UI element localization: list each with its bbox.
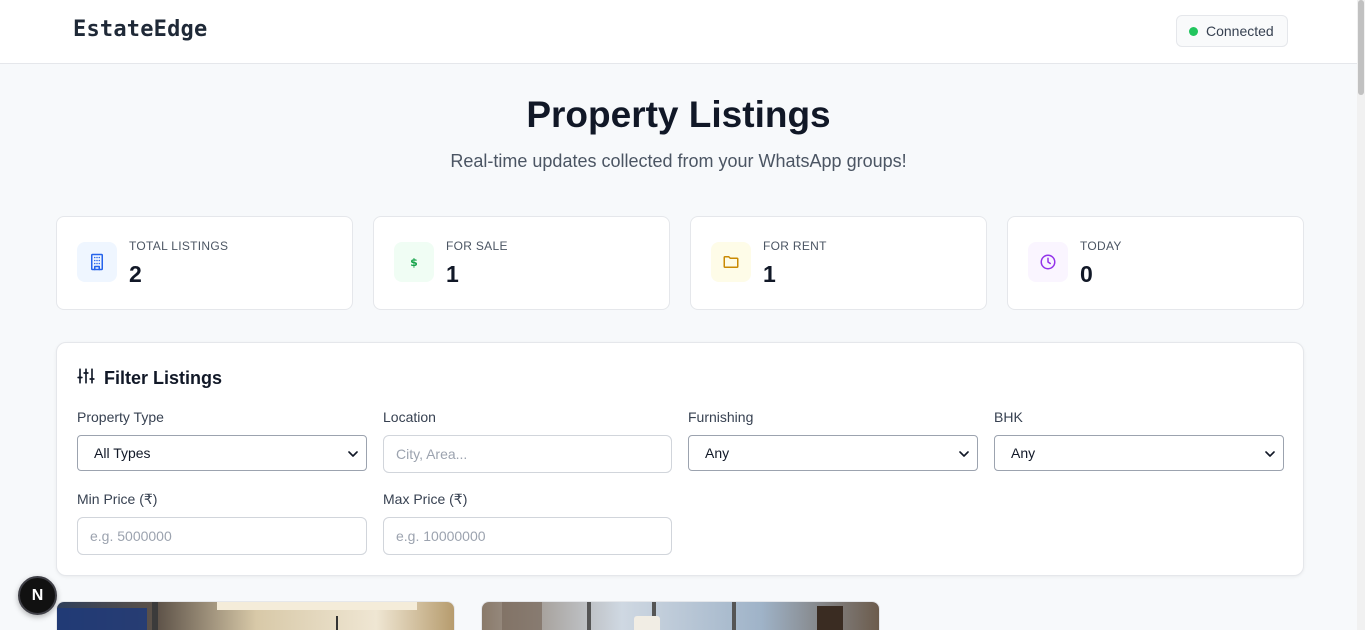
stat-label: TODAY <box>1080 239 1122 253</box>
stat-card-today: TODAY 0 <box>1007 216 1304 310</box>
property-type-label: Property Type <box>77 409 164 425</box>
property-type-value: All Types <box>94 445 151 461</box>
stat-label: TOTAL LISTINGS <box>129 239 229 253</box>
listing-photo <box>57 602 454 630</box>
stat-card-total-listings: TOTAL LISTINGS 2 <box>56 216 353 310</box>
brand-logo[interactable]: EstateEdge <box>73 17 207 42</box>
building-icon <box>77 242 117 282</box>
filter-title: Filter Listings <box>104 368 223 388</box>
furnishing-value: Any <box>705 445 730 461</box>
bhk-value: Any <box>1011 445 1036 461</box>
chevron-down-icon <box>348 451 358 457</box>
chevron-down-icon <box>959 451 969 457</box>
property-type-select[interactable]: All Types <box>77 435 367 471</box>
dev-badge-letter: N <box>31 586 44 604</box>
chevron-down-icon <box>1265 451 1275 457</box>
listing-card[interactable] <box>481 601 880 630</box>
min-price-label: Min Price (₹) <box>77 491 158 507</box>
furnishing-label: Furnishing <box>688 409 754 425</box>
scrollbar-thumb[interactable] <box>1358 0 1364 95</box>
page-scrollbar[interactable] <box>1357 0 1365 630</box>
furnishing-select[interactable]: Any <box>688 435 978 471</box>
stat-value: 1 <box>763 261 776 287</box>
stat-label: FOR RENT <box>763 239 827 253</box>
listing-photo <box>482 602 879 630</box>
filter-header: Filter Listings <box>77 367 222 390</box>
bhk-select[interactable]: Any <box>994 435 1284 471</box>
dollar-icon: $ <box>394 242 434 282</box>
min-price-input[interactable] <box>77 517 367 555</box>
max-price-input[interactable] <box>383 517 672 555</box>
connection-status-text: Connected <box>1206 23 1274 39</box>
listing-card[interactable] <box>56 601 455 630</box>
stat-card-for-rent: FOR RENT 1 <box>690 216 987 310</box>
status-dot-icon <box>1189 26 1198 36</box>
folder-icon <box>711 242 751 282</box>
stat-label: FOR SALE <box>446 239 508 253</box>
clock-icon <box>1028 242 1068 282</box>
stat-card-for-sale: $ FOR SALE 1 <box>373 216 670 310</box>
max-price-label: Max Price (₹) <box>383 491 468 507</box>
stat-value: 1 <box>446 261 459 287</box>
stat-value: 2 <box>129 261 142 287</box>
dev-tools-badge[interactable]: N <box>18 576 57 615</box>
location-label: Location <box>383 409 436 425</box>
location-input[interactable] <box>383 435 672 473</box>
connection-status-badge: Connected <box>1176 15 1288 47</box>
page-subtitle: Real-time updates collected from your Wh… <box>450 151 907 171</box>
top-header: EstateEdge Connected <box>0 0 1357 64</box>
filter-panel: Filter Listings Property Type Location F… <box>56 342 1304 576</box>
svg-text:$: $ <box>410 256 418 269</box>
sliders-icon <box>77 367 95 390</box>
stat-value: 0 <box>1080 261 1093 287</box>
bhk-label: BHK <box>994 409 1023 425</box>
page-title: Property Listings <box>526 94 831 135</box>
